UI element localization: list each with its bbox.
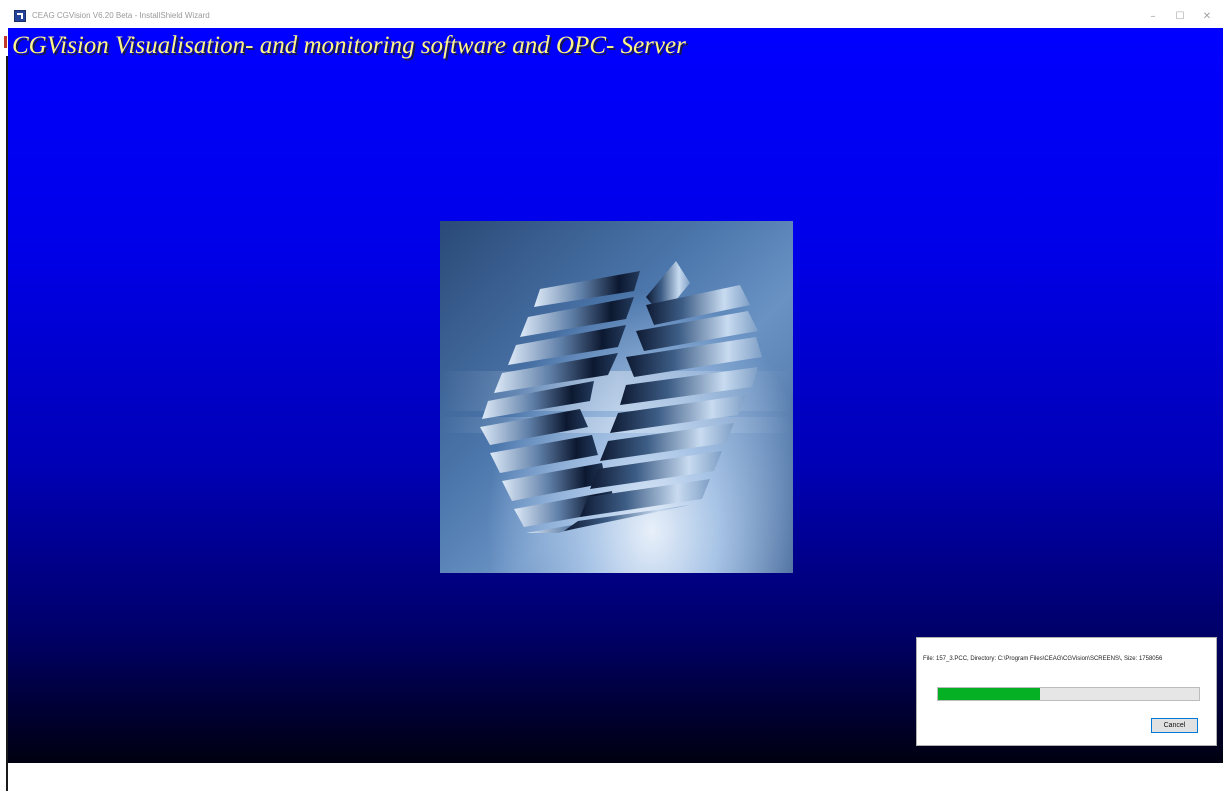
cancel-button[interactable]: Cancel — [1151, 718, 1198, 733]
left-window-edge — [0, 28, 8, 791]
progress-bar — [937, 687, 1200, 701]
install-status-text: File: 157_3.PCC, Directory: C:\Program F… — [923, 656, 1163, 662]
close-button[interactable]: ✕ — [1194, 6, 1220, 28]
installshield-icon — [14, 10, 26, 22]
cgvision-logo-icon — [440, 221, 793, 573]
logo-graphic — [440, 261, 793, 533]
progress-bar-fill — [938, 688, 1040, 700]
minimize-button[interactable]: – — [1140, 6, 1166, 28]
product-banner-title: CGVision Visualisation- and monitoring s… — [12, 32, 686, 59]
installer-window: CEAG CGVision V6.20 Beta - InstallShield… — [0, 0, 1223, 791]
title-bar[interactable]: CEAG CGVision V6.20 Beta - InstallShield… — [8, 6, 1223, 28]
maximize-button[interactable]: ☐ — [1167, 6, 1193, 28]
edge-marker — [4, 36, 7, 48]
window-title: CEAG CGVision V6.20 Beta - InstallShield… — [32, 11, 210, 20]
progress-dialog: File: 157_3.PCC, Directory: C:\Program F… — [916, 637, 1217, 746]
